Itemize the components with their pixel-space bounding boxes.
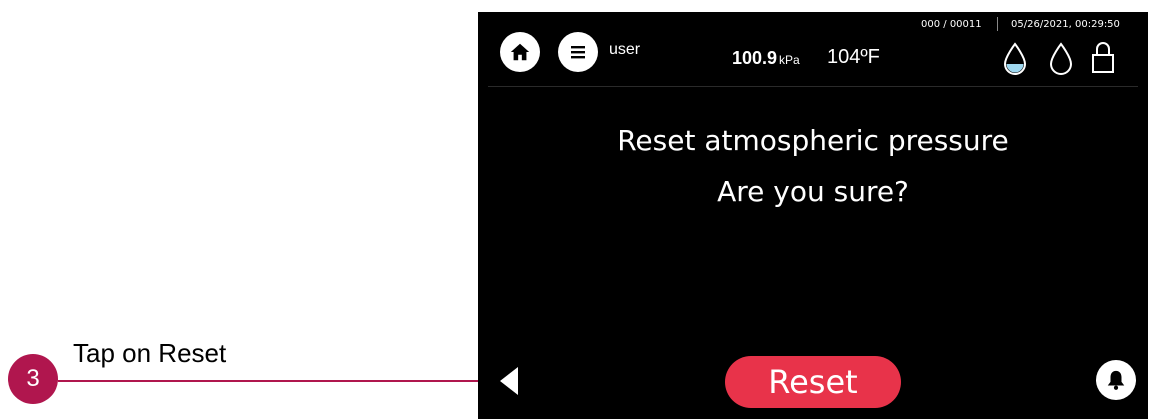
water-drop-filled-icon (1003, 42, 1027, 75)
reset-button[interactable]: Reset (725, 356, 901, 408)
menu-button[interactable] (558, 32, 598, 72)
header-separator (997, 17, 998, 31)
confirm-question: Are you sure? (717, 175, 909, 208)
alarm-button[interactable] (1096, 360, 1136, 400)
lock-icon (1092, 42, 1114, 73)
pressure-value: 100.9 (732, 48, 778, 68)
step-number: 3 (26, 365, 40, 392)
home-button[interactable] (500, 32, 540, 72)
step-instruction: Tap on Reset (73, 338, 227, 368)
user-name: user (609, 41, 641, 58)
confirm-title: Reset atmospheric pressure (617, 124, 1009, 157)
home-icon (510, 43, 530, 61)
cycle-counter: 000 / 00011 (921, 19, 982, 30)
bell-icon (1107, 370, 1125, 390)
menu-icon (571, 46, 585, 59)
datetime: 05/26/2021, 00:29:50 (1011, 19, 1120, 30)
water-drop-icon (1049, 42, 1073, 75)
pressure-unit: kPa (779, 53, 800, 67)
pressure-readout: 100.9 kPa (732, 48, 800, 69)
topbar-divider (488, 86, 1138, 87)
device-screen: 000 / 00011 05/26/2021, 00:29:50 user 10… (478, 12, 1148, 419)
step-number-badge: 3 (8, 354, 58, 404)
back-arrow-icon[interactable] (498, 366, 520, 396)
temperature-readout: 104ºF (827, 46, 880, 68)
